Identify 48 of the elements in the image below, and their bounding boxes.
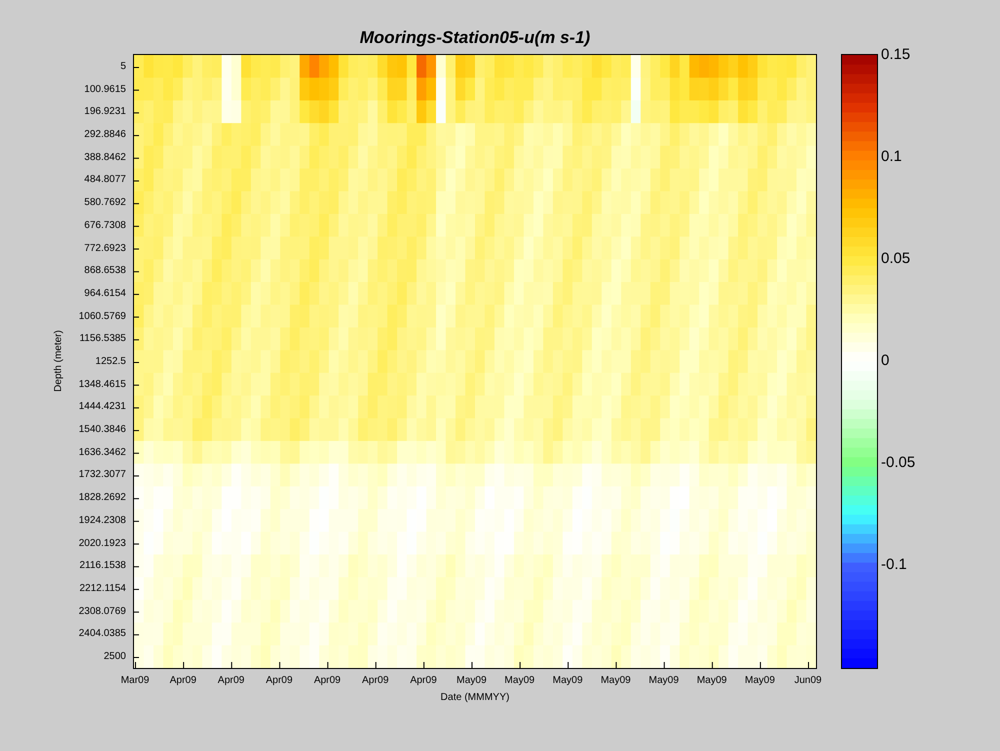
y-tick-label: 1540.3846 bbox=[78, 424, 126, 436]
y-tick-label: 580.7692 bbox=[83, 197, 126, 210]
colorbar-tick-label: -0.05 bbox=[881, 455, 916, 471]
x-tick-label: Mar09 bbox=[120, 675, 150, 687]
y-tick-label: 1636.3462 bbox=[78, 446, 126, 459]
colorbar-tick-label: 0.05 bbox=[881, 251, 912, 267]
y-tick-label: 964.6154 bbox=[83, 288, 126, 300]
y-tick-label: 2308.0769 bbox=[78, 606, 126, 618]
colorbar-tick-label: 0 bbox=[881, 353, 890, 369]
y-tick-label: 196.9231 bbox=[83, 106, 126, 118]
y-tick-label: 772.6923 bbox=[83, 242, 126, 255]
y-tick-label: 100.9615 bbox=[83, 84, 126, 96]
y-tick-label: 2404.0385 bbox=[78, 628, 126, 640]
x-tick-label: May09 bbox=[552, 675, 584, 687]
x-tick-label: Apr09 bbox=[168, 675, 198, 687]
y-tick-label: 1924.2308 bbox=[78, 514, 126, 527]
colorbar-tick-label: 0.15 bbox=[881, 47, 912, 63]
y-tick-label: 1444.4231 bbox=[78, 401, 126, 414]
x-tick-label: May09 bbox=[455, 675, 488, 687]
x-tick-label: Apr09 bbox=[264, 675, 294, 687]
y-tick-label: 676.7308 bbox=[83, 220, 126, 232]
y-tick-label: 1060.5769 bbox=[78, 310, 126, 323]
x-tick-label: May09 bbox=[504, 675, 536, 687]
y-tick-label: 2020.1923 bbox=[78, 538, 126, 550]
y-tick-label: 292.8846 bbox=[83, 129, 126, 142]
colorbar-tick-label: -0.1 bbox=[881, 557, 908, 573]
y-tick-label: 1828.2692 bbox=[78, 492, 126, 504]
plot-title: Moorings-Station05-u(m s-1) bbox=[358, 28, 592, 48]
y-tick-label: 2116.1538 bbox=[78, 560, 126, 572]
x-tick-label: May09 bbox=[744, 675, 776, 687]
x-tick-label: Apr09 bbox=[216, 675, 246, 687]
x-tick-label: Jun09 bbox=[793, 675, 823, 687]
colorbar-tick-label: 0.1 bbox=[881, 149, 903, 165]
x-tick-label: Apr09 bbox=[312, 675, 342, 687]
y-tick-label: 868.6538 bbox=[83, 265, 126, 278]
x-tick-label: May09 bbox=[600, 675, 632, 687]
x-tick-label: Apr09 bbox=[361, 675, 390, 687]
y-tick-label: 388.8462 bbox=[83, 152, 126, 164]
x-tick-label: May09 bbox=[648, 675, 680, 687]
y-tick-label: 484.8077 bbox=[83, 174, 126, 186]
y-tick-label: 2500 bbox=[102, 651, 126, 663]
y-tick-label: 2212.1154 bbox=[78, 582, 126, 595]
y-tick-label: 5 bbox=[119, 61, 126, 73]
x-tick-label: May09 bbox=[696, 675, 728, 687]
y-tick-label: 1732.3077 bbox=[78, 469, 126, 482]
y-axis-label: Depth (meter) bbox=[53, 329, 65, 394]
x-tick-label: Apr09 bbox=[409, 675, 438, 687]
x-axis-label: Date (MMMYY) bbox=[440, 692, 510, 704]
